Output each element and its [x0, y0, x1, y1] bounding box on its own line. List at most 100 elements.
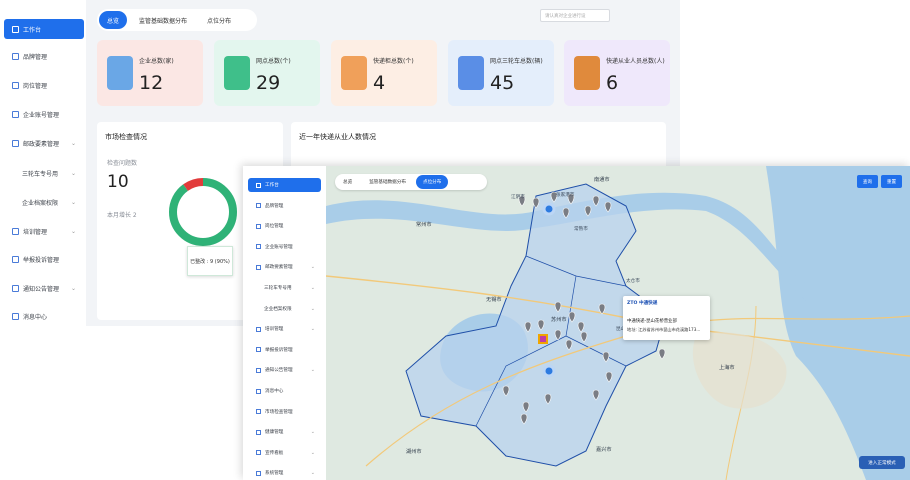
chevron-down-icon: ⌄ [310, 326, 315, 333]
sidebar-item[interactable]: 岗位管理 [4, 75, 84, 95]
popup-title: 中通快递-昆山花桥营业部 [627, 319, 677, 324]
menu-icon [256, 450, 261, 456]
sidebar-item-label: 通知公告管理 [23, 285, 60, 293]
cluster-marker[interactable] [542, 202, 556, 216]
stat-card: 网点总数(个) 29 [214, 40, 320, 106]
stat-value: 12 [139, 72, 164, 94]
sidebar-item[interactable]: 工作台 [248, 178, 321, 192]
stat-illustration-icon [107, 56, 133, 90]
sidebar-item[interactable]: 三轮车专号用 ⌄ [4, 163, 84, 183]
monthly-growth: 本月增长 2 [107, 212, 137, 219]
tab-point-distribution[interactable]: 点位分布 [199, 11, 239, 29]
menu-icon [256, 223, 261, 229]
stat-value: 6 [606, 72, 619, 94]
sidebar-item[interactable]: 企业账号管理 [248, 240, 321, 254]
menu-icon [256, 203, 261, 209]
popup-address: 地址: 江苏省苏州市昆山市花溪路173... [627, 327, 701, 332]
map-pin-icon[interactable] [658, 348, 666, 360]
search-input[interactable]: 请认真对企业进行设 [540, 9, 610, 22]
sidebar-item-label: 健康管理 [265, 430, 284, 436]
sidebar-item-label: 岗位管理 [265, 224, 284, 230]
reset-button[interactable]: 重置 [881, 175, 902, 188]
sidebar-item-label: 通知公告管理 [265, 368, 293, 374]
sidebar-item[interactable]: 举报投诉管理 [4, 249, 84, 269]
sidebar-item[interactable]: 企业档案权限 ⌄ [248, 302, 321, 316]
chevron-down-icon: ⌄ [310, 470, 315, 477]
sidebar-item[interactable]: 举报投诉管理 [248, 343, 321, 357]
tab-point-distribution[interactable]: 点位分布 [415, 175, 449, 189]
stat-value: 29 [256, 72, 281, 94]
sidebar-item[interactable]: 健康管理 ⌄ [248, 425, 321, 439]
cluster-marker[interactable] [542, 364, 556, 378]
sidebar-item[interactable]: 培训管理 ⌄ [4, 221, 84, 241]
stat-label: 网点三轮车总数(辆) [490, 58, 543, 65]
tab-bar: 总览 监管基础数据分布 点位分布 [335, 174, 487, 190]
map-label-huzhou: 湖州市 [406, 449, 422, 455]
tab-base-data[interactable]: 监管基础数据分布 [362, 175, 413, 189]
location-popup[interactable]: ZTO 中通快递 中通快递-昆山花桥营业部 地址: 江苏省苏州市昆山市花溪路17… [623, 296, 710, 340]
stat-illustration-icon [341, 56, 367, 90]
sidebar-item[interactable]: 品牌管理 [4, 46, 84, 66]
map-view[interactable]: 南通市 江阴市 张家港市 常熟市 常州市 无锡市 太仓市 苏州市 昆山市 上海市… [326, 166, 910, 480]
menu-icon [12, 81, 19, 89]
menu-icon [12, 312, 19, 320]
menu-icon [12, 255, 19, 263]
sidebar-item[interactable]: 品牌管理 [248, 199, 321, 213]
chevron-down-icon: ⌄ [70, 284, 76, 292]
sidebar-item[interactable]: 通知公告管理 ⌄ [4, 278, 84, 298]
sidebar-item[interactable]: 三轮车专号用 ⌄ [248, 281, 321, 295]
menu-icon [12, 227, 19, 235]
sidebar-item[interactable]: 通知公告管理 ⌄ [248, 363, 321, 377]
map-window: 工作台品牌管理岗位管理企业账号管理 邮政要素管理 ⌄ 三轮车专号用 ⌄ 企业档案权限 ⌄ 培训… [243, 166, 910, 480]
sidebar-item[interactable]: 系统管理 ⌄ [248, 466, 321, 480]
sidebar-item-label: 宣传看板 [265, 450, 284, 456]
sidebar-item[interactable]: 消息中心 [248, 384, 321, 398]
panel-title: 近一年快递从业人数情况 [299, 133, 376, 141]
map-canvas[interactable] [326, 166, 910, 480]
enter-normal-mode-button[interactable]: 进入正常模式 [859, 456, 905, 469]
sidebar-item[interactable]: 培训管理 ⌄ [248, 322, 321, 336]
sidebar: 工作台 品牌管理 岗位管理 企业账号管理 邮政要素管理 ⌄ 三轮车专号用 ⌄ 企业档案权限 ⌄ 培训… [0, 0, 86, 326]
sidebar-item[interactable]: 企业档案权限 ⌄ [4, 192, 84, 212]
sidebar-item-label: 品牌管理 [265, 203, 284, 209]
chevron-down-icon: ⌄ [310, 285, 315, 291]
tab-overview[interactable]: 总览 [99, 11, 128, 29]
sidebar-item[interactable]: 宣传看板 ⌄ [248, 446, 321, 460]
tab-base-data[interactable]: 监管基础数据分布 [131, 11, 195, 29]
urban-area [692, 332, 787, 409]
menu-icon [256, 388, 261, 394]
tab-overview[interactable]: 总览 [336, 175, 359, 189]
stat-label: 快递柜总数(个) [373, 58, 414, 65]
sidebar-item-label: 品牌管理 [23, 53, 48, 61]
query-button[interactable]: 查询 [857, 175, 878, 188]
menu-icon [256, 470, 261, 476]
sidebar-item-label: 消息中心 [265, 389, 284, 394]
chevron-down-icon: ⌄ [310, 305, 315, 312]
map-label-changshu: 常熟市 [574, 227, 588, 232]
map-label-jiangyin: 江阴市 [511, 195, 525, 200]
sidebar-item[interactable]: 邮政要素管理 ⌄ [248, 260, 321, 274]
menu-icon [12, 25, 19, 33]
chevron-down-icon: ⌄ [310, 449, 315, 456]
map-label-suzhou: 苏州市 [551, 317, 567, 323]
stat-card: 企业总数(家) 12 [97, 40, 203, 106]
map-label-zhangjiagang: 张家港市 [556, 193, 575, 198]
menu-icon [12, 139, 19, 147]
stat-value: 4 [373, 72, 386, 94]
sidebar-item[interactable]: 市场检查管理 [248, 405, 321, 419]
menu-icon [12, 284, 19, 292]
chevron-down-icon: ⌄ [310, 264, 315, 271]
sidebar-item[interactable]: 邮政要素管理 ⌄ [4, 133, 84, 153]
sidebar-item[interactable]: 工作台 [4, 19, 84, 39]
map-label-changzhou: 常州市 [416, 222, 432, 228]
sidebar-item[interactable]: 企业账号管理 [4, 104, 84, 124]
sidebar-item-label: 企业档案权限 [22, 199, 59, 207]
chevron-down-icon: ⌄ [70, 169, 76, 177]
stat-card: 快递从业人员总数(人) 6 [564, 40, 670, 106]
sidebar-item-label: 工作台 [265, 183, 279, 188]
sidebar-item[interactable]: 岗位管理 [248, 219, 321, 233]
sidebar-item-label: 邮政要素管理 [23, 140, 60, 148]
problem-count-value: 10 [107, 172, 129, 192]
sidebar-item[interactable]: 消息中心 [4, 306, 84, 326]
donut-tooltip: 已整改 : 9 (90%) [187, 246, 233, 276]
